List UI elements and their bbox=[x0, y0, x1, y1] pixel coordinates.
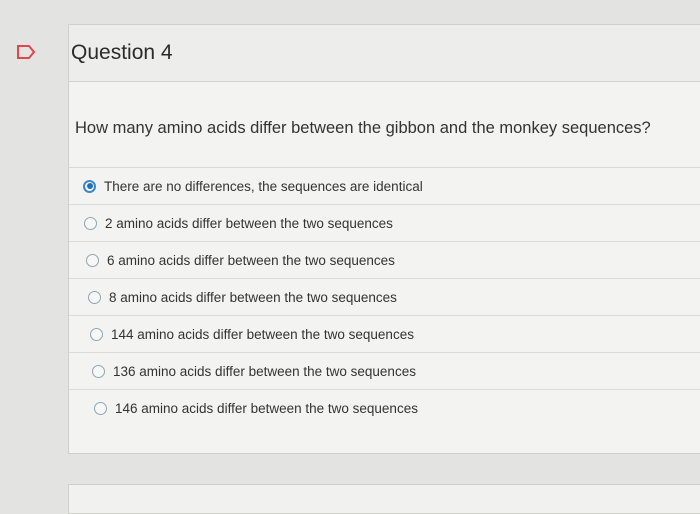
radio-button[interactable] bbox=[88, 290, 101, 304]
flag-icon[interactable] bbox=[16, 44, 36, 60]
question-title: Question 4 bbox=[71, 41, 173, 64]
answer-option[interactable]: 2 amino acids differ between the two seq… bbox=[69, 205, 700, 242]
radio-button[interactable] bbox=[84, 216, 97, 230]
answer-option[interactable]: 144 amino acids differ between the two s… bbox=[69, 316, 700, 353]
answer-option[interactable]: 136 amino acids differ between the two s… bbox=[69, 353, 700, 390]
option-label: 144 amino acids differ between the two s… bbox=[111, 326, 414, 342]
option-label: 6 amino acids differ between the two seq… bbox=[107, 252, 395, 268]
radio-button[interactable] bbox=[90, 327, 103, 341]
answer-option[interactable]: 146 amino acids differ between the two s… bbox=[69, 390, 700, 427]
option-label: 136 amino acids differ between the two s… bbox=[113, 363, 416, 379]
answer-option[interactable]: 6 amino acids differ between the two seq… bbox=[69, 242, 700, 279]
answer-option[interactable]: 8 amino acids differ between the two seq… bbox=[69, 279, 700, 316]
question-text: How many amino acids differ between the … bbox=[75, 119, 651, 137]
question-card: Question 4 How many amino acids differ b… bbox=[68, 24, 700, 454]
option-label: 146 amino acids differ between the two s… bbox=[115, 401, 418, 416]
radio-button[interactable] bbox=[86, 253, 99, 267]
radio-button[interactable] bbox=[83, 179, 96, 193]
next-question-card bbox=[68, 484, 700, 514]
answer-options: There are no differences, the sequences … bbox=[69, 167, 700, 427]
option-label: 2 amino acids differ between the two seq… bbox=[105, 215, 393, 231]
question-header: Question 4 bbox=[69, 25, 700, 82]
option-label: 8 amino acids differ between the two seq… bbox=[109, 289, 397, 305]
option-label: There are no differences, the sequences … bbox=[104, 178, 423, 194]
radio-button[interactable] bbox=[92, 364, 105, 378]
answer-option[interactable]: There are no differences, the sequences … bbox=[69, 168, 700, 205]
radio-button[interactable] bbox=[94, 402, 107, 415]
